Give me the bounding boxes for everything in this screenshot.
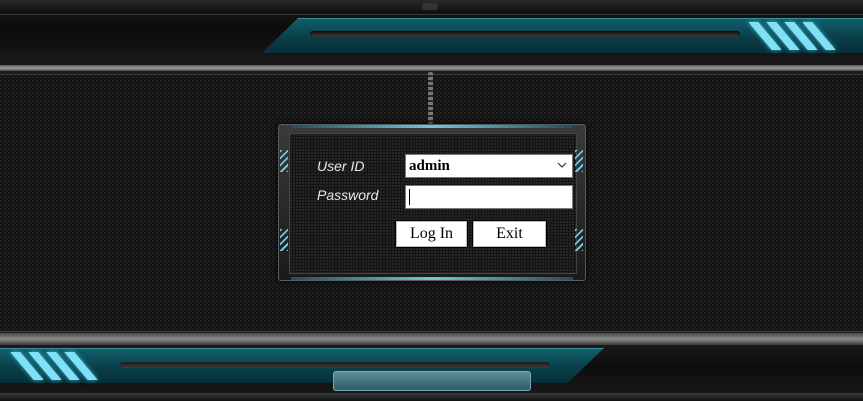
bottom-rail <box>0 333 863 345</box>
userid-value: admin <box>409 158 450 174</box>
bottom-pill-decoration <box>333 371 531 391</box>
right-stripes-upper <box>575 150 583 172</box>
exit-button[interactable]: Exit <box>472 220 547 248</box>
hanging-chain <box>428 72 433 124</box>
dialog-glow-bottom <box>291 277 573 280</box>
login-button[interactable]: Log In <box>395 220 468 248</box>
top-stripes-decoration <box>748 22 852 50</box>
userid-label: User ID <box>317 158 365 174</box>
bottom-groove <box>120 362 550 368</box>
top-groove <box>310 31 740 37</box>
text-cursor <box>409 189 410 205</box>
top-notch <box>422 3 438 10</box>
password-input[interactable] <box>405 185 573 209</box>
dialog-panel: User ID admin Password Log In Exit <box>289 133 577 274</box>
bottom-stripes-decoration <box>10 352 114 380</box>
login-dialog: User ID admin Password Log In Exit <box>278 124 586 281</box>
login-screen: User ID admin Password Log In Exit <box>0 0 863 401</box>
left-stripes-lower <box>280 229 288 251</box>
password-label: Password <box>317 187 379 203</box>
left-stripes-upper <box>280 150 288 172</box>
top-rail <box>0 65 863 71</box>
userid-select[interactable]: admin <box>405 154 573 178</box>
right-stripes-lower <box>575 229 583 251</box>
bottom-edge <box>0 393 863 401</box>
chevron-down-icon[interactable] <box>557 160 567 170</box>
dialog-glow-top <box>291 125 573 128</box>
